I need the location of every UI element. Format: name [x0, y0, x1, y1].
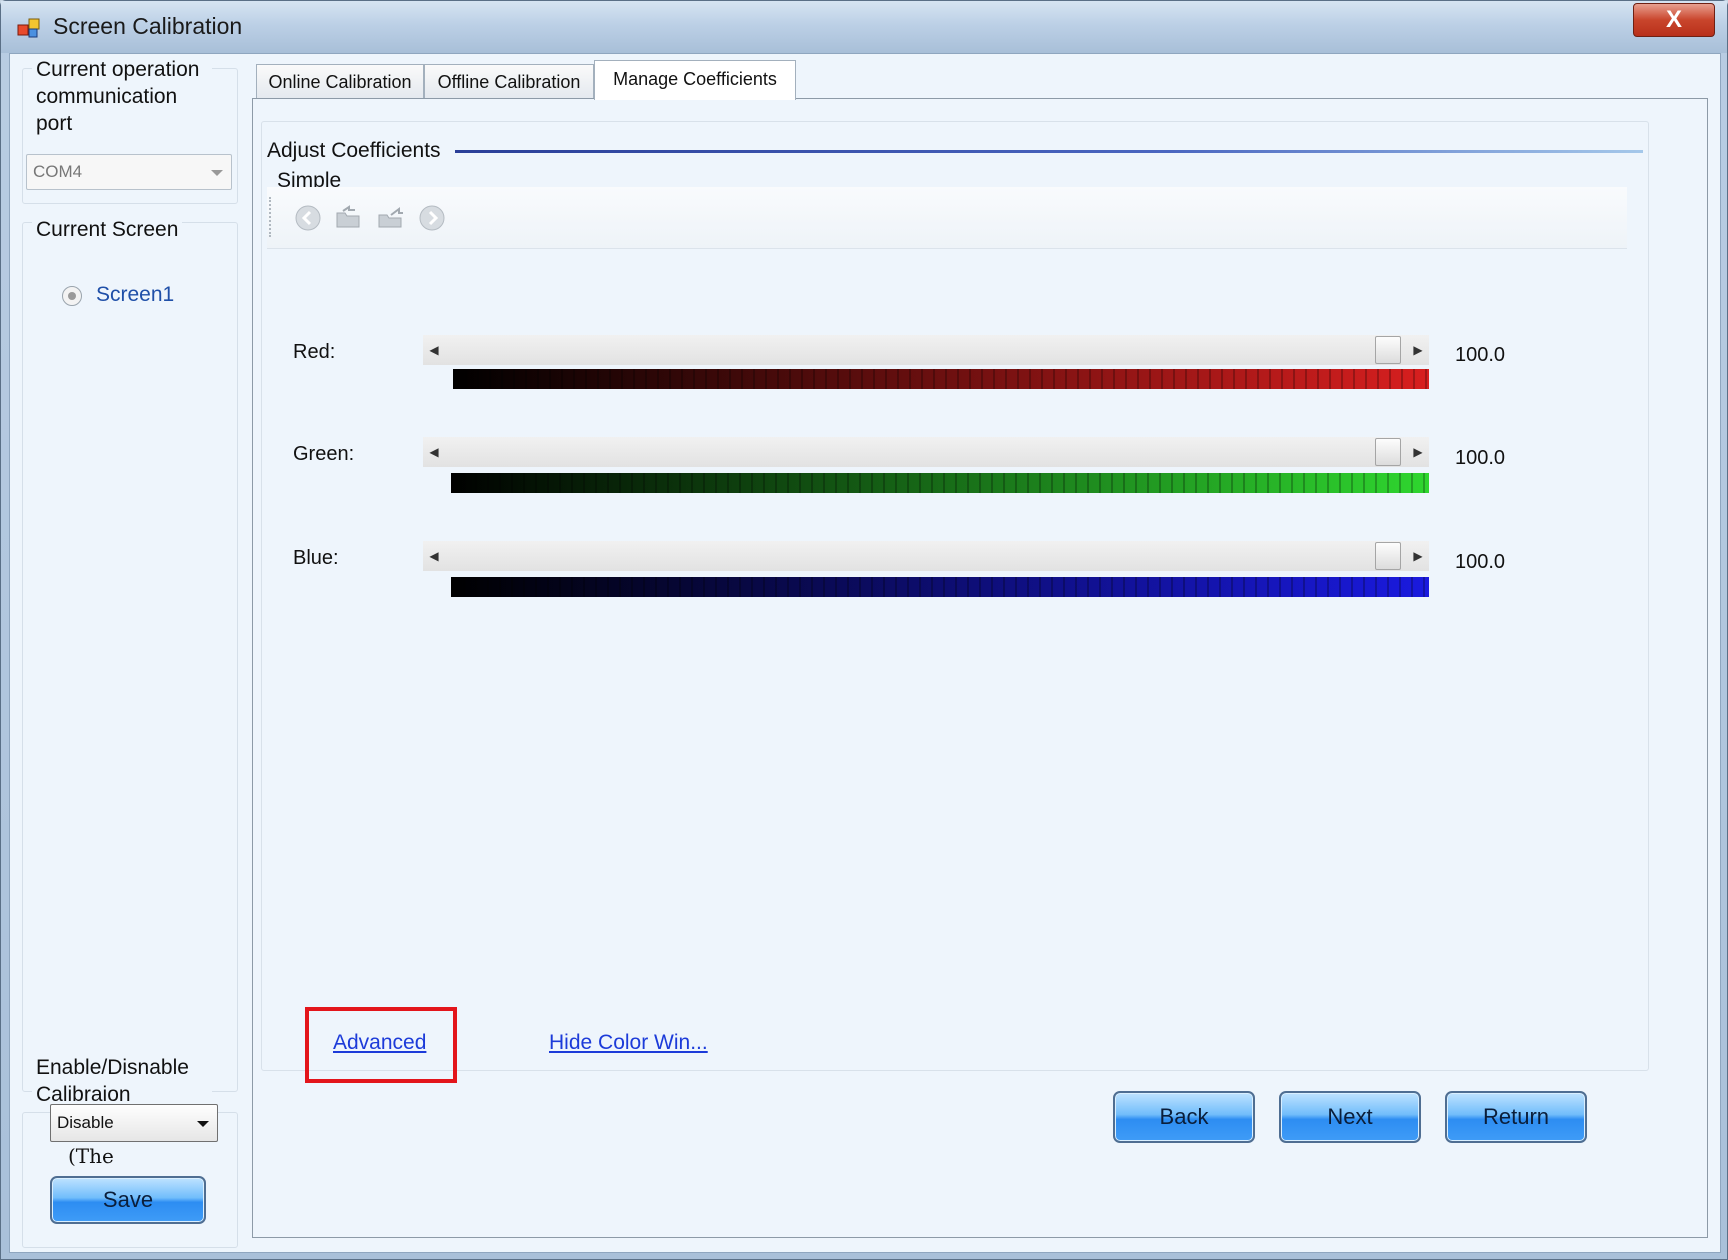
next-button[interactable]: Next [1279, 1091, 1421, 1143]
green-slider[interactable]: ◀ ▶ [423, 437, 1429, 467]
back-button[interactable]: Back [1113, 1091, 1255, 1143]
screen1-label[interactable]: Screen1 [96, 283, 174, 307]
app-icon [17, 18, 40, 38]
manage-coefficients-panel: Adjust Coefficients Simple Red: ◀ ▶ 100.… [252, 98, 1708, 1238]
note-text: (The [68, 1144, 114, 1168]
scroll-left-icon[interactable]: ◀ [423, 335, 445, 365]
back-icon[interactable] [295, 205, 321, 231]
coefficient-toolbar [267, 187, 1627, 249]
scroll-right-icon[interactable]: ▶ [1407, 335, 1429, 365]
forward-icon[interactable] [419, 205, 445, 231]
chevron-down-icon[interactable] [211, 170, 223, 176]
tab-offline-calibration[interactable]: Offline Calibration [424, 64, 594, 100]
blue-label: Blue: [293, 547, 339, 569]
port-value: COM4 [33, 162, 83, 181]
return-button[interactable]: Return [1445, 1091, 1587, 1143]
red-slider-thumb[interactable] [1375, 336, 1401, 364]
section-title: Adjust Coefficients [267, 139, 447, 163]
calibration-combobox[interactable]: Disable [50, 1104, 218, 1142]
save-folder-icon[interactable] [377, 205, 403, 231]
red-gradient-bar [453, 369, 1429, 389]
red-value: 100.0 [1455, 344, 1505, 366]
radio-dot [68, 292, 76, 300]
tab-manage-coefficients[interactable]: Manage Coefficients [594, 60, 796, 100]
scroll-left-icon[interactable]: ◀ [423, 541, 445, 571]
red-label: Red: [293, 341, 336, 363]
screen-calibration-window: Screen Calibration X Current operation c… [0, 0, 1728, 1260]
green-gradient-bar [451, 473, 1429, 493]
green-label: Green: [293, 443, 355, 465]
title-bar[interactable]: Screen Calibration X [1, 1, 1727, 53]
scroll-right-icon[interactable]: ▶ [1407, 541, 1429, 571]
calibration-value: Disable [57, 1113, 114, 1132]
calibration-group-title: Enable/Disnable Calibraion [32, 1054, 212, 1108]
red-slider[interactable]: ◀ ▶ [423, 335, 1429, 365]
blue-slider-thumb[interactable] [1375, 542, 1401, 570]
save-button[interactable]: Save [50, 1176, 206, 1224]
blue-slider[interactable]: ◀ ▶ [423, 541, 1429, 571]
port-combobox[interactable]: COM4 [26, 154, 232, 190]
port-group-title: Current operation communication port [32, 56, 212, 137]
screen1-radio[interactable] [62, 286, 82, 306]
client-area: Current operation communication port COM… [9, 53, 1721, 1253]
window-title: Screen Calibration [53, 13, 243, 39]
scroll-right-icon[interactable]: ▶ [1407, 437, 1429, 467]
green-slider-thumb[interactable] [1375, 438, 1401, 466]
toolbar-grip [269, 197, 271, 237]
scroll-left-icon[interactable]: ◀ [423, 437, 445, 467]
current-screen-title: Current Screen [32, 216, 183, 243]
green-value: 100.0 [1455, 447, 1505, 469]
blue-value: 100.0 [1455, 551, 1505, 573]
section-divider [455, 150, 1643, 153]
open-folder-icon[interactable] [335, 205, 361, 231]
chevron-down-icon[interactable] [197, 1121, 209, 1127]
current-screen-group [22, 222, 238, 1092]
blue-gradient-bar [451, 577, 1429, 597]
hide-color-window-link[interactable]: Hide Color Win... [549, 1031, 708, 1055]
close-button[interactable]: X [1633, 3, 1715, 37]
advanced-link[interactable]: Advanced [333, 1031, 426, 1055]
tab-online-calibration[interactable]: Online Calibration [256, 64, 424, 100]
